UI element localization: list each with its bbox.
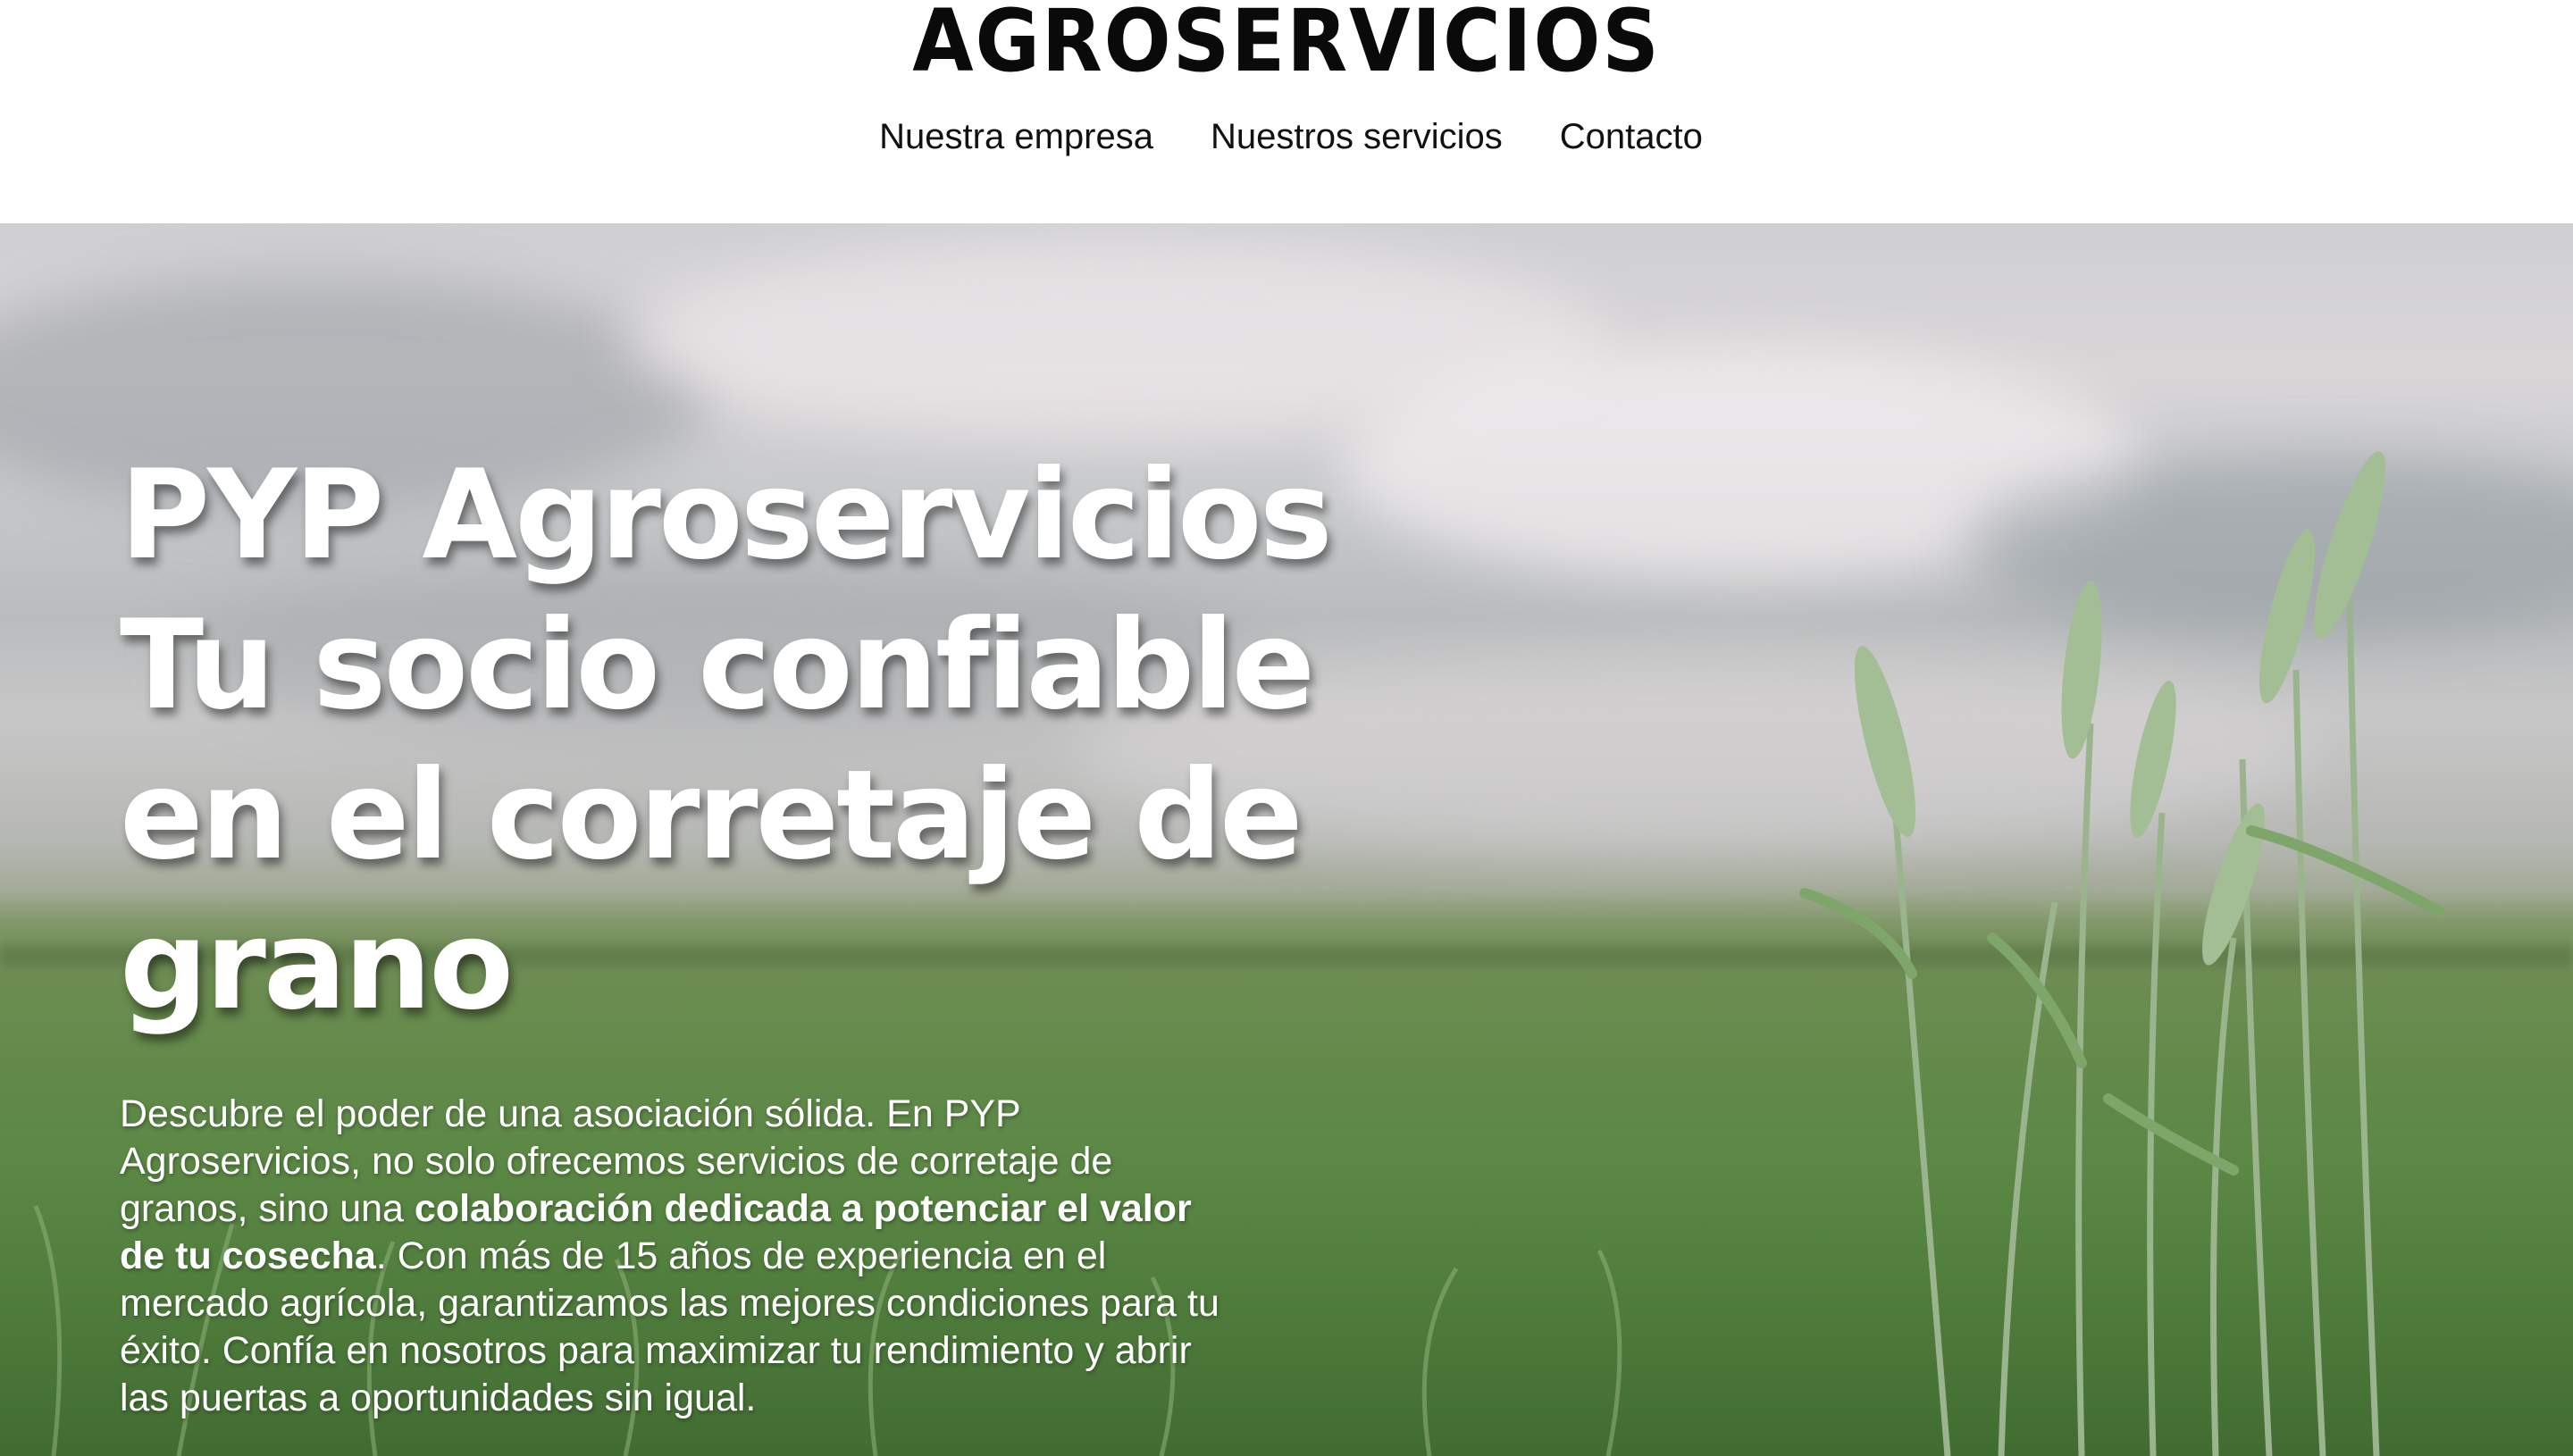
hero-title-line: PYP Agroservicios bbox=[120, 443, 1333, 587]
nav-item-contacto[interactable]: Contacto bbox=[1560, 117, 1703, 157]
hero-title-line: grano bbox=[120, 893, 514, 1037]
site-logo[interactable]: AGROSERVICIOS bbox=[103, 0, 2470, 91]
hero-title-line: en el corretaje de bbox=[120, 743, 1303, 887]
nav-item-nuestra-empresa[interactable]: Nuestra empresa bbox=[879, 117, 1153, 157]
hero-section: PYP Agroservicios Tu socio confiable en … bbox=[0, 223, 2573, 1456]
main-nav: Nuestra empresa Nuestros servicios Conta… bbox=[0, 117, 2573, 157]
hero-title: PYP Agroservicios Tu socio confiable en … bbox=[120, 440, 1333, 1041]
hero-content: PYP Agroservicios Tu socio confiable en … bbox=[120, 440, 1333, 1422]
nav-item-nuestros-servicios[interactable]: Nuestros servicios bbox=[1211, 117, 1503, 157]
hero-title-line: Tu socio confiable bbox=[120, 593, 1315, 737]
site-header: AGROSERVICIOS Nuestra empresa Nuestros s… bbox=[0, 0, 2573, 223]
hero-description: Descubre el poder de una asociación sóli… bbox=[120, 1091, 1245, 1422]
